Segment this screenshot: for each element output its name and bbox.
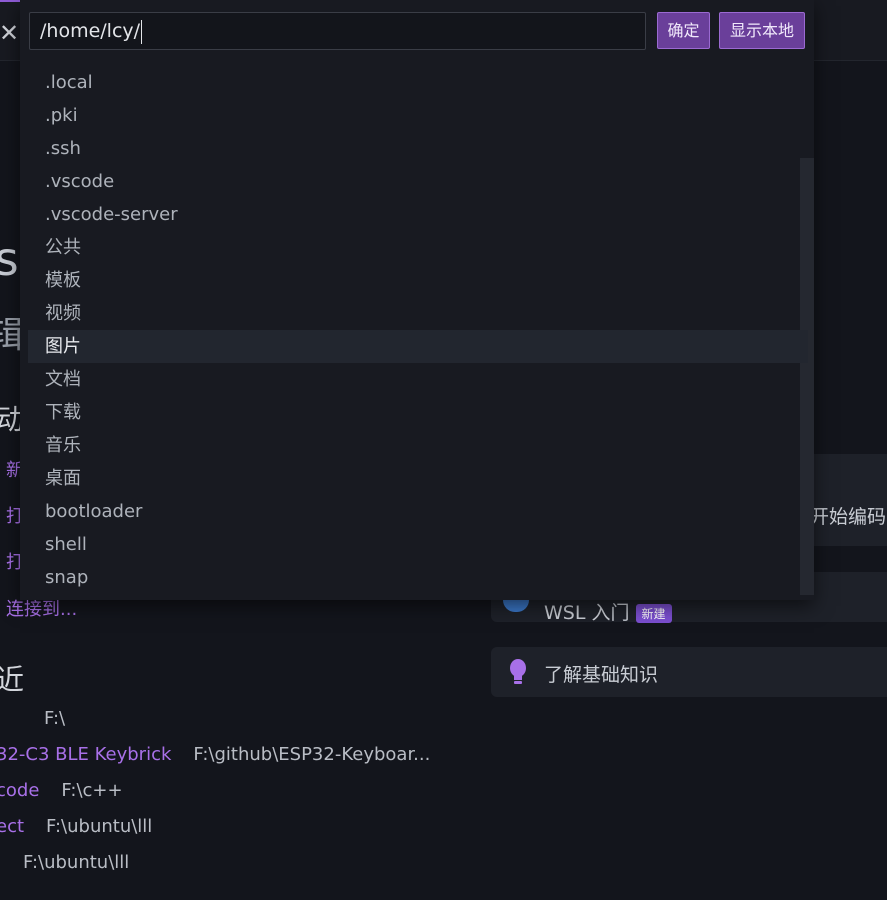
list-item[interactable]: .vscode-server	[20, 198, 800, 231]
list-item[interactable]: bootloader	[20, 495, 800, 528]
list-item[interactable]: 文档	[20, 363, 800, 396]
path-input-value: /home/lcy/	[40, 20, 141, 42]
recent-item[interactable]: code F:\c++	[0, 780, 123, 801]
welcome-title: is	[0, 232, 19, 286]
list-item-selected[interactable]: 图片	[28, 330, 808, 363]
recent-item[interactable]: l F:\ubuntu\lll	[0, 852, 129, 873]
wsl-label-text: WSL 入门	[544, 602, 630, 624]
recent-item-path: F:\ubuntu\lll	[46, 816, 153, 837]
recent-item[interactable]: ect F:\ubuntu\lll	[0, 816, 152, 837]
recent-item-name: l	[0, 852, 1, 873]
recent-section-title: 近	[0, 663, 25, 696]
show-local-button[interactable]: 显示本地	[719, 12, 805, 49]
list-item[interactable]: 模板	[20, 264, 800, 297]
folder-list: .local .pki .ssh .vscode .vscode-server …	[20, 66, 808, 594]
active-tab-indicator	[0, 0, 22, 2]
walkthrough-card-start-coding-label: 开始编码	[810, 506, 887, 528]
path-input[interactable]: /home/lcy/	[29, 12, 646, 50]
list-item[interactable]: .ssh	[20, 132, 800, 165]
list-item[interactable]: 下载	[20, 396, 800, 429]
list-item[interactable]: 音乐	[20, 429, 800, 462]
list-item[interactable]: 视频	[20, 297, 800, 330]
walkthrough-card-learn-label: 了解基础知识	[544, 664, 659, 686]
recent-item-name: code	[0, 780, 40, 801]
recent-item-path: F:\	[44, 708, 66, 729]
list-item[interactable]: .vscode	[20, 165, 800, 198]
text-caret	[141, 19, 143, 44]
quick-open-panel: /home/lcy/ 确定 显示本地 .local .pki .ssh .vsc…	[20, 0, 814, 600]
recent-item-path: F:\github\ESP32-Keyboar...	[193, 744, 431, 765]
list-item[interactable]: shell	[20, 528, 800, 561]
new-badge: 新建	[635, 604, 672, 623]
list-item[interactable]: 桌面	[20, 462, 800, 495]
list-item[interactable]: .pki	[20, 99, 800, 132]
list-item[interactable]: 公共	[20, 231, 800, 264]
lightbulb-icon	[510, 659, 526, 684]
list-item[interactable]: snap	[20, 561, 800, 594]
close-icon[interactable]: ✕	[0, 18, 20, 48]
recent-item-path: F:\c++	[61, 780, 123, 801]
recent-item[interactable]: 32-C3 BLE Keybrick F:\github\ESP32-Keyboa…	[0, 744, 430, 765]
ok-button[interactable]: 确定	[657, 12, 710, 49]
walkthrough-card-wsl-label: WSL 入门 新建	[544, 598, 672, 625]
list-item[interactable]: .local	[20, 66, 800, 99]
scrollbar-thumb[interactable]	[800, 158, 814, 595]
recent-item[interactable]: F:\	[22, 708, 65, 729]
recent-item-name: 32-C3 BLE Keybrick	[0, 744, 172, 765]
recent-item-path: F:\ubuntu\lll	[23, 852, 130, 873]
recent-item-name: ect	[0, 816, 25, 837]
